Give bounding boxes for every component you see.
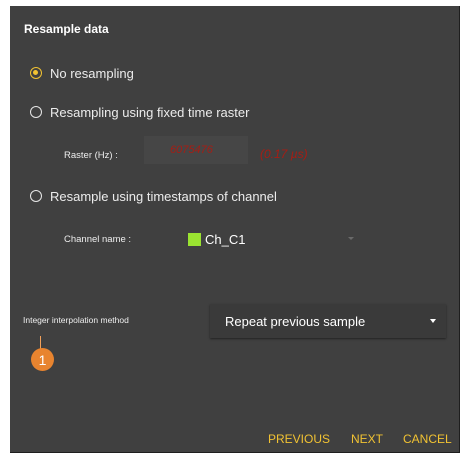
option-no-resampling[interactable]: No resampling — [30, 64, 134, 82]
interpolation-value: Repeat previous sample — [225, 313, 366, 329]
option-label: Resampling using fixed time raster — [50, 104, 250, 120]
dialog-title: Resample data — [24, 22, 109, 36]
resample-dialog: Resample data No resampling Resampling u… — [10, 6, 460, 453]
radio-unselected-icon[interactable] — [30, 106, 42, 118]
option-label: No resampling — [50, 65, 134, 81]
option-timestamps-of-channel[interactable]: Resample using timestamps of channel — [30, 187, 277, 205]
interpolation-select[interactable]: Repeat previous sample — [210, 304, 446, 338]
chevron-down-icon[interactable] — [348, 237, 354, 240]
channel-color-swatch — [188, 232, 201, 246]
radio-unselected-icon[interactable] — [30, 190, 42, 202]
option-fixed-time-raster[interactable]: Resampling using fixed time raster — [30, 103, 249, 121]
radio-selected-icon[interactable] — [30, 67, 42, 79]
channel-label: Channel name : — [64, 234, 132, 245]
chevron-down-icon[interactable] — [430, 319, 436, 323]
option-label: Resample using timestamps of channel — [50, 188, 277, 204]
cancel-button[interactable]: CANCEL — [403, 432, 452, 446]
raster-period: (0.17 µs) — [260, 147, 308, 161]
raster-label: Raster (Hz) : — [64, 150, 118, 161]
channel-name: Ch_C1 — [205, 231, 246, 247]
raster-value: 6075476 — [170, 144, 213, 156]
callout-badge: 1 — [31, 348, 54, 371]
channel-select[interactable]: Ch_C1 — [188, 227, 364, 251]
raster-input[interactable]: 6075476 — [144, 136, 248, 164]
next-button[interactable]: NEXT — [351, 432, 383, 446]
previous-button[interactable]: PREVIOUS — [268, 432, 330, 446]
interpolation-label: Integer interpolation method — [23, 315, 129, 325]
